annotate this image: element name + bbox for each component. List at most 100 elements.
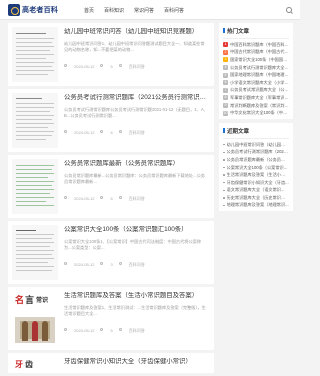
nav-item-home[interactable]: 首页 bbox=[84, 7, 94, 14]
latest-article-item[interactable]: 公案常识大全100条（公案常识... bbox=[223, 164, 289, 172]
article-date: 2024-05-12 bbox=[74, 328, 95, 333]
article-views: 6 bbox=[110, 130, 113, 135]
hot-article-item[interactable]: 6小学语文常识题库大全（小学语文... bbox=[223, 79, 289, 87]
hot-article-item[interactable]: 8 军事常识题库大全（军事常识100... bbox=[223, 94, 289, 102]
hot-article-item[interactable]: 9 常识判断题库及答案（常识判断... bbox=[223, 102, 289, 110]
search-icon[interactable] bbox=[284, 5, 294, 15]
folder-icon bbox=[118, 196, 122, 199]
bullet-icon bbox=[223, 197, 225, 199]
article-excerpt: 生活常识题库及答案1、生活常识测试：...生活常识题库及答案（完整版），生活常识… bbox=[64, 305, 206, 316]
latest-article-item[interactable]: 生活常识题库及答案（生活小常识... bbox=[223, 171, 289, 179]
hot-article-item[interactable]: 5国家地理常识题库（中国地理常识... bbox=[223, 71, 289, 79]
eye-icon bbox=[100, 328, 104, 331]
article-date: 2024-05-12 bbox=[74, 64, 95, 69]
eye-icon bbox=[100, 262, 104, 265]
latest-article-item[interactable]: 语文常识题库大全（语文常识... bbox=[223, 187, 289, 195]
hot-articles-widget: 热门文章 1中国百科常识题库（中国百科常识题... 2中国古代常识题库（中国古代… bbox=[219, 23, 293, 119]
article-card[interactable]: 名 言 常识 生活常识题库及答案（生活小常识题目及答案） 生活常识题库及答案1、… bbox=[8, 287, 214, 350]
article-meta: 2024-05-12 6 百科问答 bbox=[64, 130, 208, 136]
article-meta: 2024-05-12 3 百科问答 bbox=[64, 262, 208, 268]
folder-icon bbox=[118, 64, 122, 67]
article-date: 2024-05-12 bbox=[74, 196, 95, 201]
bullet-icon bbox=[223, 174, 225, 176]
nav-item-changshi[interactable]: 常识问答 bbox=[134, 7, 154, 14]
article-meta: 2024-05-12 5 百科问答 bbox=[64, 328, 208, 334]
article-card[interactable]: 牙 齿 牙齿保健常识小知识大全（牙齿保健小常识） bbox=[8, 353, 214, 373]
hot-articles-title: 热门文章 bbox=[223, 27, 289, 39]
latest-articles-widget: 近期文章 幼儿园中班常识问答（幼儿园中班... 公务员考试行测常识题库（2021… bbox=[219, 122, 293, 212]
latest-article-item[interactable]: 地理常识题库及答案（地理常识... bbox=[223, 202, 289, 210]
article-excerpt: 幼儿园中班常识问答1、幼儿园中班常识问答题测试题目大全一、知道某些常见的动物名称… bbox=[64, 41, 205, 52]
article-excerpt: 公案常识大全100条1、【公案常识】中国古代司法制度：中国古代将公案称为...公… bbox=[64, 239, 202, 250]
clock-icon bbox=[64, 328, 67, 331]
latest-articles-title: 近期文章 bbox=[223, 127, 289, 139]
clock-icon bbox=[64, 64, 67, 67]
hot-article-item[interactable]: 1中国百科常识题库（中国百科常识题... bbox=[223, 41, 289, 49]
article-category[interactable]: 百科问答 bbox=[129, 64, 145, 70]
article-thumbnail[interactable] bbox=[12, 225, 58, 280]
article-thumbnail[interactable]: 牙 齿 bbox=[12, 357, 58, 373]
hot-article-item[interactable]: 10 中华文化常识大全100条（中华... bbox=[223, 109, 289, 117]
article-meta: 2024-05-12 6 百科问答 bbox=[64, 196, 208, 202]
article-category[interactable]: 百科问答 bbox=[129, 196, 145, 202]
nav-item-wenda[interactable]: 百科问答 bbox=[164, 7, 184, 14]
article-views: 5 bbox=[110, 64, 113, 69]
clock-icon bbox=[64, 196, 67, 199]
logo-icon bbox=[8, 4, 20, 16]
article-title[interactable]: 牙齿保健常识小知识大全（牙齿保健小常识） bbox=[64, 358, 208, 367]
latest-article-item[interactable]: 牙齿保健常识小知识大全（牙齿... bbox=[223, 179, 289, 187]
bullet-icon bbox=[223, 159, 225, 161]
article-thumbnail[interactable] bbox=[12, 27, 58, 82]
bullet-icon bbox=[223, 204, 225, 207]
article-title[interactable]: 公务员考试行测常识题库（2021公务员行测常识题1000题） bbox=[64, 94, 208, 103]
eye-icon bbox=[100, 64, 104, 67]
eye-icon bbox=[100, 196, 104, 199]
eye-icon bbox=[100, 130, 104, 133]
logo-text: 高老者百科 bbox=[22, 7, 58, 14]
article-views: 3 bbox=[110, 262, 113, 267]
article-title[interactable]: 公案常识大全100条（公案常识题汇100条） bbox=[64, 226, 208, 235]
latest-article-item[interactable]: 幼儿园中班常识问答（幼儿园中班... bbox=[223, 141, 289, 149]
hot-article-item[interactable]: 3 国家常识大全100条（中国国家常... bbox=[223, 56, 289, 64]
hot-article-item[interactable]: 2中国古代常识题库（中国古代常识题... bbox=[223, 49, 289, 57]
bullet-icon bbox=[223, 151, 225, 154]
article-card[interactable]: 公务员常识题库最新（公务员常识题库） 公务员常识题库最新...公务员常识题库：公… bbox=[8, 155, 214, 218]
article-title[interactable]: 公务员常识题库最新（公务员常识题库） bbox=[64, 160, 208, 169]
folder-icon bbox=[118, 130, 122, 133]
bullet-icon bbox=[223, 181, 225, 184]
article-card[interactable]: 幼儿园中班常识问答（幼儿园中班知识竞赛题） 幼儿园中班常识问答1、幼儿园中班常识… bbox=[8, 23, 214, 86]
main-nav: 首页 百科知识 常识问答 百科问答 bbox=[84, 0, 194, 20]
article-views: 6 bbox=[110, 196, 113, 201]
article-date: 2024-05-12 bbox=[74, 262, 95, 267]
latest-article-item[interactable]: 公务员考试行测常识题库（2021... bbox=[223, 149, 289, 157]
top-navbar: 高老者百科 首页 百科知识 常识问答 百科问答 bbox=[0, 0, 300, 20]
article-thumbnail[interactable] bbox=[12, 93, 58, 148]
bullet-icon bbox=[223, 166, 225, 169]
article-excerpt: 公务员考试行测常识题库公务员考试行测常识题2021-01-12（无题目，1、A、… bbox=[64, 107, 208, 118]
article-category[interactable]: 百科问答 bbox=[129, 130, 145, 136]
clock-icon bbox=[64, 262, 67, 265]
hot-article-item[interactable]: 7公务员考试常识题库大全（公务员... bbox=[223, 87, 289, 95]
article-thumbnail[interactable]: 名 言 常识 bbox=[12, 291, 58, 346]
clock-icon bbox=[64, 130, 67, 133]
site-logo[interactable]: 高老者百科 bbox=[8, 4, 58, 16]
hot-article-item[interactable]: 4公务员考试行测常识题库大全（公务... bbox=[223, 64, 289, 72]
latest-article-item[interactable]: 历史常识题库大全（历史常识题库... bbox=[223, 194, 289, 202]
article-meta: 2024-05-12 5 百科问答 bbox=[64, 64, 208, 70]
folder-icon bbox=[118, 328, 122, 331]
nav-item-baike[interactable]: 百科知识 bbox=[104, 7, 124, 14]
folder-icon bbox=[118, 262, 122, 265]
sidebar: 热门文章 1中国百科常识题库（中国百科常识题... 2中国古代常识题库（中国古代… bbox=[219, 23, 293, 215]
article-category[interactable]: 百科问答 bbox=[129, 262, 145, 268]
article-date: 2024-05-12 bbox=[74, 130, 95, 135]
article-title[interactable]: 幼儿园中班常识问答（幼儿园中班知识竞赛题） bbox=[64, 28, 208, 37]
bullet-icon bbox=[223, 143, 225, 146]
article-category[interactable]: 百科问答 bbox=[129, 328, 145, 334]
article-excerpt: 公务员常识题库最新...公务员常识题库：公务员常识题库最新下载地址...公务员常… bbox=[64, 173, 205, 184]
article-views: 5 bbox=[110, 328, 113, 333]
article-card[interactable]: 公务员考试行测常识题库（2021公务员行测常识题1000题） 公务员考试行测常识… bbox=[8, 89, 214, 152]
article-card[interactable]: 公案常识大全100条（公案常识题汇100条） 公案常识大全100条1、【公案常识… bbox=[8, 221, 214, 284]
article-thumbnail[interactable] bbox=[12, 159, 58, 214]
bullet-icon bbox=[223, 189, 225, 192]
latest-article-item[interactable]: 公务员常识题库最新（公务员常识... bbox=[223, 156, 289, 164]
